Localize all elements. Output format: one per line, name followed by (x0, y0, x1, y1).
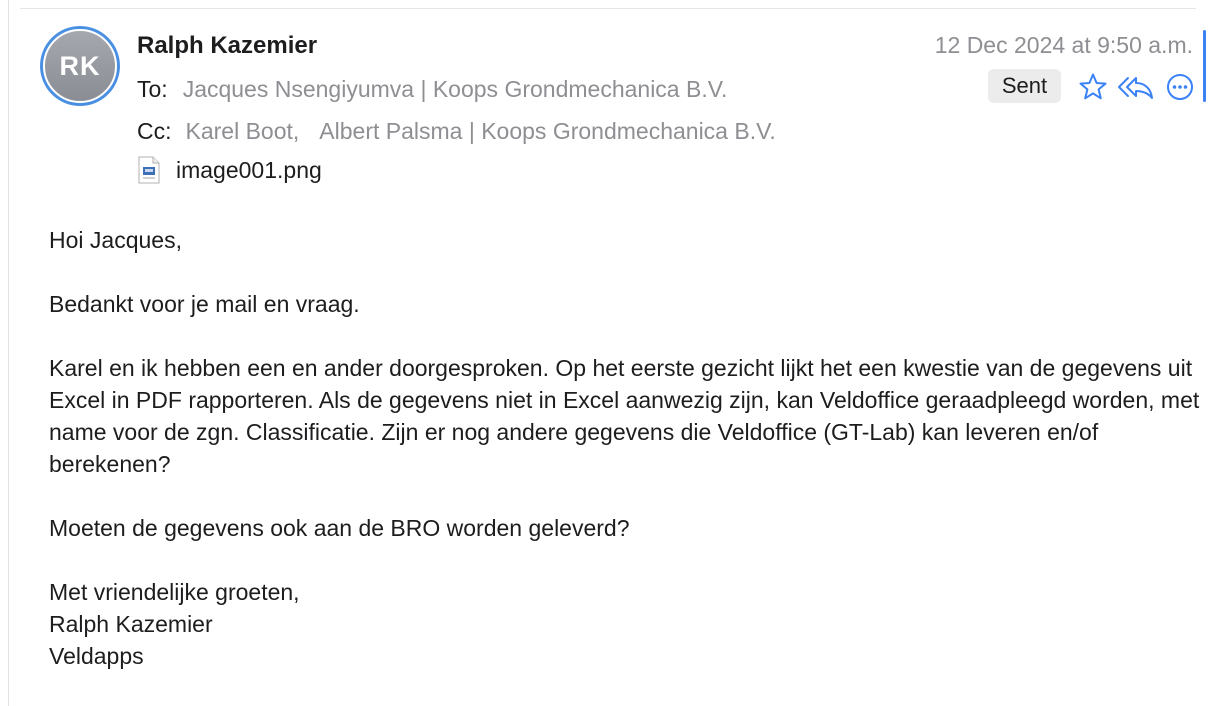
message-body: Hoi Jacques, Bedankt voor je mail en vra… (49, 224, 1209, 672)
signature: Met vriendelijke groeten, Ralph Kazemier… (49, 576, 1209, 672)
status-badge-label: Sent (1001, 73, 1048, 98)
status-badge: Sent (988, 69, 1061, 103)
image-file-icon (138, 156, 160, 184)
more-button[interactable] (1165, 72, 1195, 102)
cc-recipient[interactable]: Albert Palsma | Koops Grondmechanica B.V… (319, 118, 775, 144)
to-label: To: (137, 76, 168, 102)
attachment[interactable]: image001.png (138, 156, 322, 184)
signature-line: Veldapps (49, 643, 144, 669)
to-recipient[interactable]: Jacques Nsengiyumva | Koops Grondmechani… (183, 76, 728, 102)
body-paragraph: Karel en ik hebben een en ander doorgesp… (49, 355, 1200, 477)
avatar[interactable]: RK (40, 26, 120, 106)
avatar-initials: RK (43, 29, 117, 103)
star-icon (1079, 73, 1107, 100)
divider (20, 8, 1196, 9)
cc-recipient[interactable]: Karel Boot, (186, 118, 300, 144)
greeting: Hoi Jacques, (49, 227, 182, 253)
reply-all-button[interactable] (1117, 72, 1155, 102)
cc-row: Cc: Karel Boot, Albert Palsma | Koops Gron… (137, 118, 776, 145)
attachment-name: image001.png (176, 156, 322, 183)
selection-indicator (1203, 30, 1206, 102)
star-button[interactable] (1078, 72, 1108, 102)
cc-label: Cc: (137, 118, 172, 144)
reply-all-icon (1118, 77, 1153, 99)
signature-line: Ralph Kazemier (49, 611, 213, 637)
message-date: 12 Dec 2024 at 9:50 a.m. (934, 32, 1193, 58)
sender-name[interactable]: Ralph Kazemier (137, 32, 317, 60)
body-paragraph: Bedankt voor je mail en vraag. (49, 291, 360, 317)
to-row: To: Jacques Nsengiyumva | Koops Grondmech… (137, 76, 727, 103)
more-icon (1167, 74, 1193, 100)
signature-line: Met vriendelijke groeten, (49, 579, 300, 605)
body-paragraph: Moeten de gegevens ook aan de BRO worden… (49, 515, 630, 541)
